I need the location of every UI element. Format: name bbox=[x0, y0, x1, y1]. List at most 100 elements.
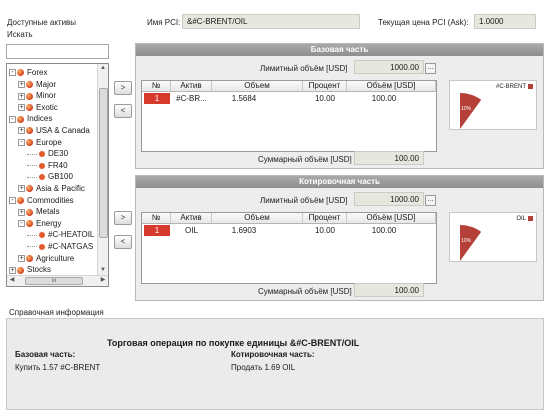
legend-swatch-icon bbox=[528, 84, 533, 89]
tree-item[interactable]: + Agriculture bbox=[18, 253, 74, 264]
column-header-number[interactable]: № bbox=[142, 213, 171, 224]
expand-icon[interactable]: + bbox=[18, 80, 25, 88]
add-to-base-button[interactable]: > bbox=[114, 81, 132, 95]
add-to-quote-button[interactable]: > bbox=[114, 211, 132, 225]
scroll-thumb[interactable] bbox=[99, 88, 108, 238]
column-header-number[interactable]: № bbox=[142, 81, 171, 92]
table-row-usd[interactable]: 100.00 bbox=[347, 225, 421, 236]
tree-item-label: Exotic bbox=[36, 102, 58, 112]
asset-tree[interactable]: - Forex + Major + Minor + Exotic - Indices + USA & … bbox=[6, 63, 109, 287]
expand-icon[interactable]: + bbox=[18, 92, 25, 100]
quote-limit-more-button[interactable]: ... bbox=[425, 195, 436, 206]
column-header-volume[interactable]: Объем bbox=[212, 81, 303, 92]
column-header-volume[interactable]: Объем bbox=[212, 213, 303, 224]
tree-item[interactable]: GB100 bbox=[27, 171, 73, 182]
collapse-icon[interactable]: - bbox=[18, 138, 25, 146]
tree-item[interactable]: + USA & Canada bbox=[18, 125, 90, 136]
tree-item-label: Stocks bbox=[27, 265, 52, 275]
tree-item[interactable]: - Forex bbox=[9, 67, 47, 78]
expand-icon[interactable]: + bbox=[18, 185, 25, 193]
tree-item[interactable]: - Indices bbox=[9, 113, 52, 124]
tree-item-label: Major bbox=[36, 79, 57, 89]
collapse-icon[interactable]: - bbox=[9, 115, 16, 123]
tree-item[interactable]: + Exotic bbox=[18, 102, 58, 113]
collapse-icon[interactable]: - bbox=[18, 220, 25, 228]
tree-item[interactable]: - Commodities bbox=[9, 195, 74, 206]
pci-name-field[interactable]: &#C-BRENT/OIL bbox=[182, 14, 360, 29]
tree-item-label: Europe bbox=[36, 137, 62, 147]
folder-icon bbox=[26, 185, 33, 193]
tree-item-label: Indices bbox=[27, 114, 53, 124]
tree-item[interactable]: + Major bbox=[18, 79, 56, 90]
base-part-panel: Базовая часть Лимитный объём [USD] 1000.… bbox=[135, 43, 544, 169]
collapse-icon[interactable]: - bbox=[9, 69, 16, 77]
column-header-usd[interactable]: Объём [USD] bbox=[347, 213, 436, 224]
scroll-up-arrow-icon[interactable]: ▲ bbox=[98, 64, 108, 74]
tree-item[interactable]: DE30 bbox=[27, 148, 68, 159]
base-limit-label: Лимитный объём [USD] bbox=[260, 64, 348, 73]
base-limit-more-button[interactable]: ... bbox=[425, 63, 436, 74]
operation-heading: Торговая операция по покупке единицы &#C… bbox=[107, 338, 360, 348]
base-limit-field[interactable]: 1000.00 bbox=[354, 60, 424, 74]
asset-icon bbox=[39, 162, 45, 169]
remove-from-base-button[interactable]: < bbox=[114, 104, 132, 118]
folder-icon bbox=[26, 138, 33, 146]
tree-item[interactable]: FR40 bbox=[27, 160, 68, 171]
reference-info-panel: Торговая операция по покупке единицы &#C… bbox=[6, 318, 544, 410]
table-row-usd[interactable]: 100.00 bbox=[347, 93, 421, 104]
tree-item[interactable]: - Energy bbox=[18, 218, 61, 229]
table-row-asset[interactable]: OIL bbox=[171, 225, 212, 236]
table-row-asset[interactable]: #C-BR... bbox=[171, 93, 212, 104]
tree-item-label: Metals bbox=[36, 207, 60, 217]
tree-connector bbox=[27, 246, 37, 248]
table-row-volume[interactable]: 1.6903 bbox=[212, 225, 276, 236]
tree-item[interactable]: #C-HEATOIL bbox=[27, 229, 94, 240]
table-row-percent[interactable]: 10.00 bbox=[303, 93, 347, 104]
pie-slice-label: 10% bbox=[461, 106, 472, 112]
tree-item[interactable]: #C-NATGAS bbox=[27, 241, 93, 252]
folder-icon bbox=[26, 208, 33, 216]
tree-connector bbox=[27, 234, 37, 236]
quote-total-label: Суммарный объём [USD] bbox=[258, 287, 352, 296]
table-row-number[interactable]: 1 bbox=[144, 93, 170, 104]
base-chart-legend: #C-BRENT bbox=[496, 84, 533, 90]
column-header-asset[interactable]: Актив bbox=[171, 213, 212, 224]
tree-item[interactable]: + Minor bbox=[18, 90, 56, 101]
scroll-right-arrow-icon[interactable]: ▶ bbox=[98, 276, 108, 286]
expand-icon[interactable]: + bbox=[9, 266, 16, 274]
ask-price-field[interactable]: 1.0000 bbox=[474, 14, 536, 29]
tree-item[interactable]: + Stocks bbox=[9, 264, 51, 275]
tree-item[interactable]: + Metals bbox=[18, 206, 60, 217]
scroll-left-arrow-icon[interactable]: ◀ bbox=[7, 276, 17, 286]
table-row-number[interactable]: 1 bbox=[144, 225, 170, 236]
tree-horizontal-scrollbar[interactable]: ◀ ııı ▶ bbox=[7, 275, 108, 286]
column-header-percent[interactable]: Процент bbox=[303, 213, 347, 224]
tree-item[interactable]: - Europe bbox=[18, 137, 62, 148]
tree-item[interactable]: + Asia & Pacific bbox=[18, 183, 85, 194]
scroll-thumb[interactable]: ııı bbox=[25, 277, 83, 285]
base-legend-label: #C-BRENT bbox=[495, 84, 526, 91]
expand-icon[interactable]: + bbox=[18, 127, 25, 135]
asset-icon bbox=[39, 151, 45, 158]
base-assets-grid[interactable]: № Актив Объем Процент Объём [USD] 1 #C-B… bbox=[141, 80, 437, 152]
available-assets-label: Доступные активы bbox=[7, 18, 77, 27]
remove-from-quote-button[interactable]: < bbox=[114, 235, 132, 249]
search-input[interactable] bbox=[6, 44, 109, 59]
table-row-volume[interactable]: 1.5684 bbox=[212, 93, 276, 104]
column-header-percent[interactable]: Процент bbox=[303, 81, 347, 92]
quote-assets-grid[interactable]: № Актив Объем Процент Объём [USD] 1 OIL … bbox=[141, 212, 437, 284]
column-header-asset[interactable]: Актив bbox=[171, 81, 212, 92]
tree-vertical-scrollbar[interactable]: ▲ ▼ bbox=[97, 64, 108, 276]
quote-limit-field[interactable]: 1000.00 bbox=[354, 192, 424, 206]
column-header-usd[interactable]: Объём [USD] bbox=[347, 81, 436, 92]
table-row-percent[interactable]: 10.00 bbox=[303, 225, 347, 236]
expand-icon[interactable]: + bbox=[18, 254, 25, 262]
folder-icon bbox=[17, 69, 24, 77]
quote-part-title: Котировочная часть bbox=[136, 176, 543, 188]
expand-icon[interactable]: + bbox=[18, 208, 25, 216]
collapse-icon[interactable]: - bbox=[9, 196, 16, 204]
folder-icon bbox=[26, 92, 33, 100]
tree-item-label: Energy bbox=[36, 218, 62, 228]
tree-item-label: DE30 bbox=[48, 149, 69, 159]
expand-icon[interactable]: + bbox=[18, 104, 25, 112]
